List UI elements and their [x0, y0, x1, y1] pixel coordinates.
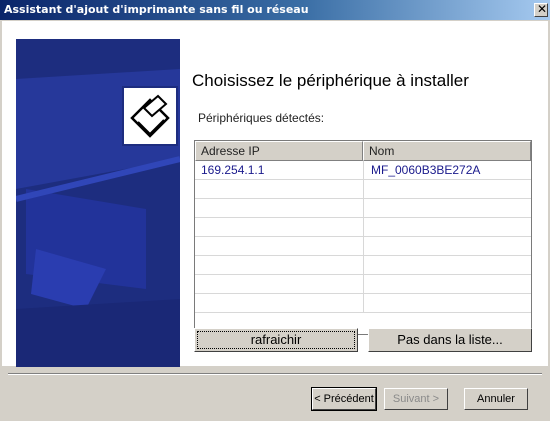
empty-row: [195, 199, 531, 218]
empty-row: [195, 294, 531, 313]
previous-button[interactable]: < Précédent: [311, 387, 377, 411]
column-header-name[interactable]: Nom: [363, 141, 531, 161]
not-listed-button[interactable]: Pas dans la liste...: [368, 328, 532, 352]
next-button[interactable]: Suivant >: [384, 388, 448, 410]
device-name: MF_0060B3BE272A: [371, 163, 481, 177]
empty-row: [195, 256, 531, 275]
column-header-ip[interactable]: Adresse IP: [195, 141, 363, 161]
printer-icon: [122, 86, 178, 146]
wizard-side-art: [16, 39, 180, 367]
separator-line: [8, 373, 542, 375]
device-ip: 169.254.1.1: [201, 163, 265, 177]
refresh-button[interactable]: rafraichir: [194, 328, 358, 352]
empty-row: [195, 275, 531, 294]
list-header: Adresse IP Nom: [195, 141, 531, 161]
page-title: Choisissez le périphérique à installer: [192, 71, 469, 90]
devices-list[interactable]: Adresse IP Nom 169.254.1.1 MF_0060B3BE27…: [194, 140, 532, 335]
close-button[interactable]: ✕: [534, 2, 548, 17]
detected-devices-label: Périphériques détectés:: [198, 111, 325, 125]
close-icon: ✕: [537, 2, 548, 16]
table-row[interactable]: 169.254.1.1 MF_0060B3BE272A: [195, 161, 531, 180]
empty-row: [195, 237, 531, 256]
window-title: Assistant d'ajout d'imprimante sans fil …: [4, 3, 309, 16]
title-bar[interactable]: Assistant d'ajout d'imprimante sans fil …: [0, 0, 550, 20]
wizard-window: Assistant d'ajout d'imprimante sans fil …: [0, 0, 550, 421]
wizard-content: Choisissez le périphérique à installer P…: [2, 21, 548, 367]
cancel-button[interactable]: Annuler: [464, 388, 528, 410]
empty-row: [195, 218, 531, 237]
empty-row: [195, 180, 531, 199]
